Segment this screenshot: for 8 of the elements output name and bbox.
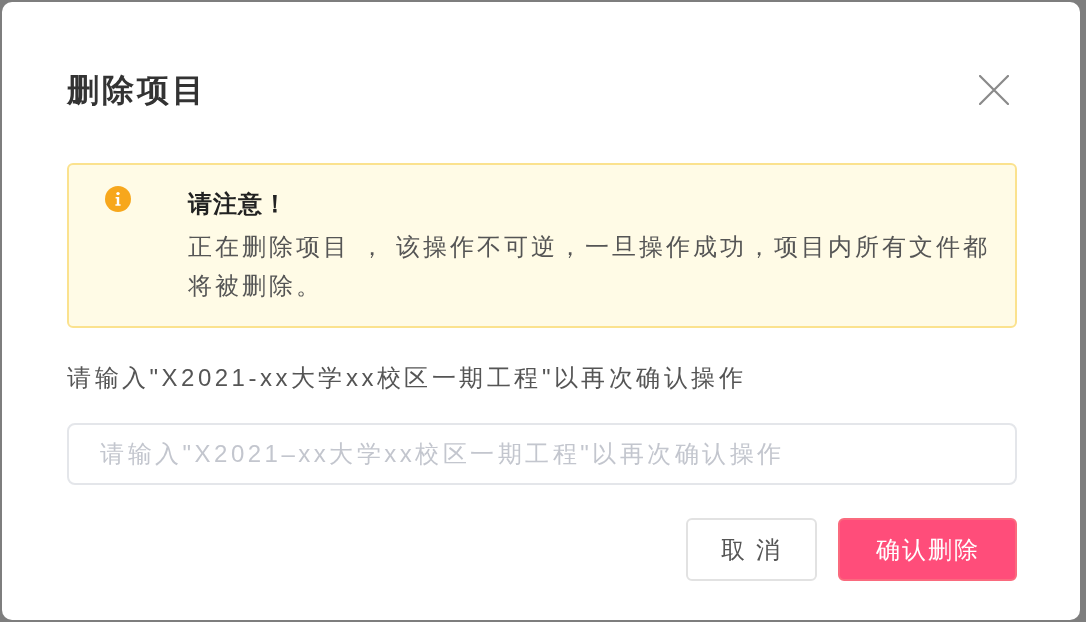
cancel-button[interactable]: 取 消 (686, 518, 817, 581)
confirm-prompt: 请输入"X2021-xx大学xx校区一期工程"以再次确认操作 (67, 363, 747, 393)
confirm-input[interactable]: 请输入"X2021–xx大学xx校区一期工程"以再次确认操作 (67, 423, 1017, 485)
alert-title: 请注意！ (188, 189, 288, 219)
close-icon[interactable] (979, 75, 1009, 105)
dialog-title: 删除项目 (67, 71, 207, 110)
alert-message: 正在删除项目 ， 该操作不可逆，一旦操作成功，项目内所有文件都将被删除。 (188, 232, 992, 301)
info-icon (105, 186, 131, 212)
